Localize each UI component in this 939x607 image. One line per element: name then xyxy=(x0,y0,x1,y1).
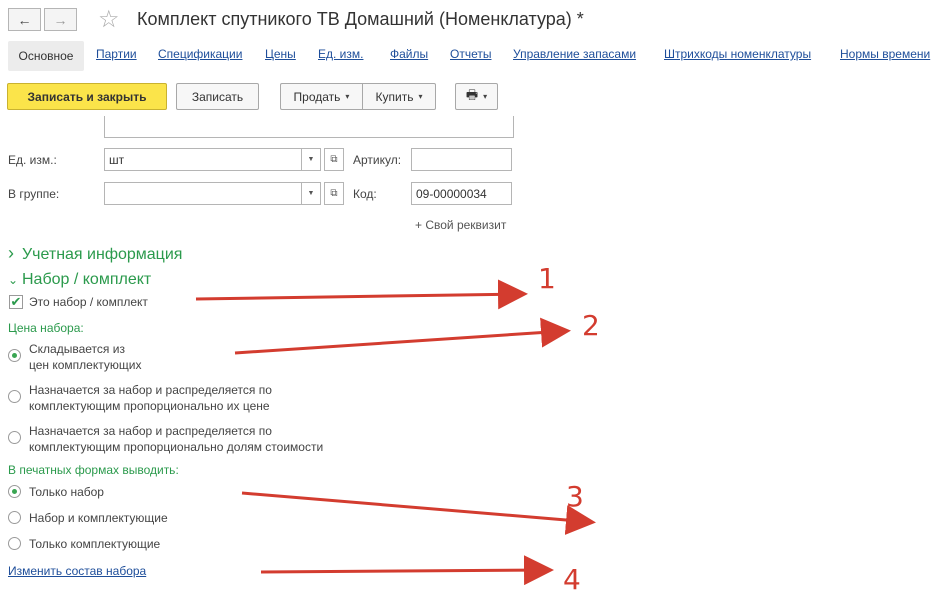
annotation-arrow-1 xyxy=(195,279,528,310)
annotation-number-3: 3 xyxy=(566,480,584,513)
annotation-number-2: 2 xyxy=(582,309,600,342)
annotation-number-1: 1 xyxy=(538,262,556,295)
annotation-number-4: 4 xyxy=(563,563,581,596)
annotation-arrows xyxy=(195,279,596,586)
annotation-arrow-2 xyxy=(234,317,571,355)
annotation-arrow-3 xyxy=(241,491,596,535)
annotation-arrow-4 xyxy=(260,555,554,586)
